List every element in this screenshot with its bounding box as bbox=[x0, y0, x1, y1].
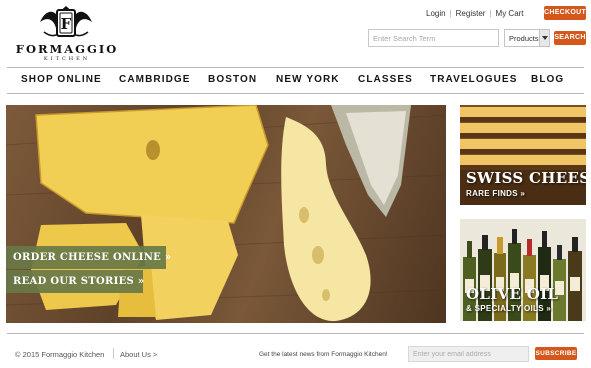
nav-shop-online[interactable]: SHOP ONLINE bbox=[21, 74, 102, 85]
search-button[interactable]: SEARCH bbox=[554, 31, 586, 45]
register-link[interactable]: Register bbox=[456, 9, 486, 18]
footer-divider bbox=[113, 348, 114, 359]
checkout-button[interactable]: CHECKOUT bbox=[544, 6, 586, 20]
utility-links: Login | Register | My Cart bbox=[426, 9, 524, 18]
subscribe-button[interactable]: SUBSCRIBE bbox=[535, 347, 577, 360]
nav-blog[interactable]: BLOG bbox=[531, 74, 564, 85]
swiss-cheese-promo[interactable]: SWISS CHEESE RARE FINDS » bbox=[460, 105, 586, 205]
search-scope-select[interactable]: Products bbox=[504, 29, 550, 47]
nav-travelogues[interactable]: TRAVELOGUES bbox=[430, 74, 517, 85]
nav-new-york[interactable]: NEW YORK bbox=[276, 74, 340, 85]
nav-top-rule bbox=[7, 67, 584, 68]
crest-icon: F bbox=[40, 6, 92, 37]
olive-oil-title: OLIVE OIL bbox=[466, 285, 559, 303]
brand-name: FORMAGGIO bbox=[15, 42, 119, 56]
swiss-cheese-subtitle: RARE FINDS » bbox=[466, 189, 526, 198]
olive-oil-subtitle: & SPECIALTY OILS » bbox=[466, 304, 552, 313]
cart-link[interactable]: My Cart bbox=[496, 9, 524, 18]
copyright-text: © 2015 Formaggio Kitchen bbox=[15, 350, 105, 359]
site-logo[interactable]: F FORMAGGIO KITCHEN bbox=[12, 4, 122, 62]
newsletter-prompt: Get the latest news from Formaggio Kitch… bbox=[259, 351, 388, 358]
search-scope-value: Products bbox=[509, 34, 539, 43]
divider: | bbox=[489, 9, 492, 18]
nav-cambridge[interactable]: CAMBRIDGE bbox=[119, 74, 191, 85]
brand-tagline: KITCHEN bbox=[43, 56, 91, 62]
order-cheese-online-link[interactable]: ORDER CHEESE ONLINE » bbox=[6, 246, 171, 269]
olive-oil-promo[interactable]: OLIVE OIL & SPECIALTY OILS » bbox=[460, 219, 586, 321]
divider: | bbox=[449, 9, 452, 18]
login-link[interactable]: Login bbox=[426, 9, 446, 18]
nav-classes[interactable]: CLASSES bbox=[358, 74, 413, 85]
swiss-cheese-title: SWISS CHEESE bbox=[466, 169, 586, 187]
about-us-link[interactable]: About Us > bbox=[120, 350, 157, 359]
crest-letter: F bbox=[61, 15, 72, 33]
footer-rule bbox=[7, 333, 584, 334]
nav-boston[interactable]: BOSTON bbox=[208, 74, 257, 85]
hero-banner[interactable]: ORDER CHEESE ONLINE » READ OUR STORIES » bbox=[6, 105, 446, 323]
read-our-stories-link[interactable]: READ OUR STORIES » bbox=[6, 270, 144, 293]
chevron-down-icon[interactable] bbox=[539, 30, 549, 46]
email-field[interactable] bbox=[408, 346, 529, 362]
search-input[interactable] bbox=[368, 29, 499, 47]
main-nav: SHOP ONLINE CAMBRIDGE BOSTON NEW YORK CL… bbox=[7, 70, 584, 92]
nav-bottom-rule bbox=[7, 93, 584, 94]
